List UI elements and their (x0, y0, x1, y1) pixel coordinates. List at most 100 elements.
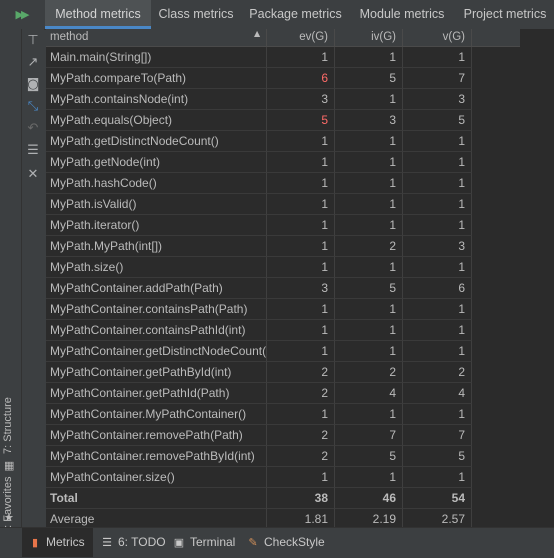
cell-ev: 1 (267, 257, 335, 278)
table-row[interactable]: MyPathContainer.addPath(Path) 3 5 6 (46, 278, 520, 299)
tab-module-metrics[interactable]: Module metrics (352, 0, 452, 29)
cell-v: 7 (403, 68, 472, 89)
tab-class-metrics[interactable]: Class metrics (153, 0, 239, 29)
bottom-tab-label: Terminal (190, 535, 236, 549)
cell-method: MyPath.iterator() (46, 215, 267, 236)
cell-v: 1 (403, 215, 472, 236)
table-row[interactable]: MyPath.equals(Object) 5 3 5 (46, 110, 520, 131)
cell-iv: 3 (335, 110, 403, 131)
cell-v: 5 (403, 110, 472, 131)
export-icon[interactable]: ↗ (22, 53, 44, 73)
cell-iv: 4 (335, 383, 403, 404)
header-ev[interactable]: ev(G) (267, 29, 335, 46)
table-row[interactable]: MyPath.MyPath(int[]) 1 2 3 (46, 236, 520, 257)
cell-method: MyPath.equals(Object) (46, 110, 267, 131)
cell-v: 1 (403, 152, 472, 173)
pin-icon[interactable]: ⊤ (22, 31, 44, 51)
close-icon[interactable]: ✕ (22, 165, 44, 185)
cell-v: 54 (403, 488, 472, 509)
cell-iv: 1 (335, 299, 403, 320)
cell-v: 1 (403, 194, 472, 215)
cell-iv: 1 (335, 215, 403, 236)
header-iv[interactable]: iv(G) (335, 29, 403, 46)
cell-v: 5 (403, 446, 472, 467)
table-row[interactable]: MyPath.getDistinctNodeCount() 1 1 1 (46, 131, 520, 152)
cell-v: 4 (403, 383, 472, 404)
cell-method: MyPathContainer.containsPathId(int) (46, 320, 267, 341)
cell-ev: 5 (267, 110, 335, 131)
cell-method: MyPath.MyPath(int[]) (46, 236, 267, 257)
cell-v: 1 (403, 131, 472, 152)
cell-iv: 1 (335, 320, 403, 341)
cell-v: 1 (403, 320, 472, 341)
undo-icon[interactable]: ↶ (22, 119, 44, 139)
structure-icon: ▦ (4, 459, 15, 472)
tab-package-metrics[interactable]: Package metrics (243, 0, 348, 29)
cell-method: MyPath.isValid() (46, 194, 267, 215)
table-row[interactable]: MyPathContainer.removePath(Path) 2 7 7 (46, 425, 520, 446)
table-row[interactable]: MyPathContainer.removePathById(int) 2 5 5 (46, 446, 520, 467)
cell-method: MyPath.getDistinctNodeCount() (46, 131, 267, 152)
tab-project-metrics[interactable]: Project metrics (456, 0, 554, 29)
table-row[interactable]: MyPath.isValid() 1 1 1 (46, 194, 520, 215)
table-row[interactable]: MyPath.hashCode() 1 1 1 (46, 173, 520, 194)
cell-iv: 1 (335, 173, 403, 194)
cell-method: Total (46, 488, 267, 509)
header-method[interactable]: method (46, 29, 267, 46)
bottom-tab-label: Metrics (46, 535, 85, 549)
structure-tool-label[interactable]: 7: Structure (2, 397, 14, 454)
settings-icon[interactable]: ☰ (22, 141, 44, 161)
bottom-tab-checkstyle[interactable]: ✎ CheckStyle (246, 528, 325, 557)
cell-method: MyPathContainer.getDistinctNodeCount() (46, 341, 267, 362)
table-row[interactable]: MyPath.getNode(int) 1 1 1 (46, 152, 520, 173)
total-row: Total 38 46 54 (46, 488, 520, 509)
table-row[interactable]: MyPath.size() 1 1 1 (46, 257, 520, 278)
favorites-tool-label[interactable]: 2: Favorites (2, 477, 14, 534)
cell-iv: 5 (335, 278, 403, 299)
cell-ev: 3 (267, 278, 335, 299)
table-row[interactable]: MyPathContainer.getDistinctNodeCount() 1 1… (46, 341, 520, 362)
table-row[interactable]: MyPathContainer.containsPathId(int) 1 1 1 (46, 320, 520, 341)
cell-ev: 1 (267, 194, 335, 215)
cell-ev: 38 (267, 488, 335, 509)
cell-method: MyPath.containsNode(int) (46, 89, 267, 110)
cell-v: 1 (403, 404, 472, 425)
bottom-tab-terminal[interactable]: ▣ Terminal (172, 528, 236, 557)
table-row[interactable]: MyPathContainer.size() 1 1 1 (46, 467, 520, 488)
cell-v: 1 (403, 341, 472, 362)
cell-iv: 1 (335, 47, 403, 68)
cell-iv: 1 (335, 194, 403, 215)
table-row[interactable]: MyPathContainer.MyPathContainer() 1 1 1 (46, 404, 520, 425)
cell-ev: 1 (267, 152, 335, 173)
rerun-icon[interactable]: ▶▶ (0, 0, 42, 29)
bottom-tab-label: CheckStyle (264, 535, 325, 549)
average-row: Average 1.81 2.19 2.57 (46, 509, 520, 527)
cell-ev: 1 (267, 320, 335, 341)
method-metrics-table: method ▲ ev(G) iv(G) v(G) Main.main(Stri… (46, 29, 554, 527)
cell-ev: 1 (267, 341, 335, 362)
bottom-tab-metrics[interactable]: ▮ Metrics (22, 528, 93, 557)
table-row[interactable]: MyPathContainer.containsPath(Path) 1 1 1 (46, 299, 520, 320)
table-row[interactable]: MyPath.containsNode(int) 3 1 3 (46, 89, 520, 110)
cell-ev: 2 (267, 362, 335, 383)
cell-ev: 2 (267, 425, 335, 446)
terminal-icon: ▣ (173, 537, 185, 549)
cell-method: MyPath.compareTo(Path) (46, 68, 267, 89)
cell-v: 1 (403, 173, 472, 194)
cell-method: Main.main(String[]) (46, 47, 267, 68)
cell-ev: 1 (267, 467, 335, 488)
cell-v: 2.57 (403, 509, 472, 527)
table-row[interactable]: MyPathContainer.getPathId(Path) 2 4 4 (46, 383, 520, 404)
cell-method: MyPath.hashCode() (46, 173, 267, 194)
table-row[interactable]: Main.main(String[]) 1 1 1 (46, 47, 520, 68)
metrics-tab-bar: ▶▶ Method metrics Class metrics Package … (0, 0, 554, 30)
header-v[interactable]: v(G) (403, 29, 472, 46)
bottom-tab-todo[interactable]: ☰ 6: TODO (100, 528, 166, 557)
camera-icon[interactable]: ◙ (22, 75, 44, 95)
diff-icon[interactable]: ⤡ (22, 97, 44, 117)
table-row[interactable]: MyPathContainer.getPathById(int) 2 2 2 (46, 362, 520, 383)
table-row[interactable]: MyPath.iterator() 1 1 1 (46, 215, 520, 236)
cell-method: MyPathContainer.getPathById(int) (46, 362, 267, 383)
table-row[interactable]: MyPath.compareTo(Path) 6 5 7 (46, 68, 520, 89)
tab-method-metrics[interactable]: Method metrics (45, 0, 151, 29)
